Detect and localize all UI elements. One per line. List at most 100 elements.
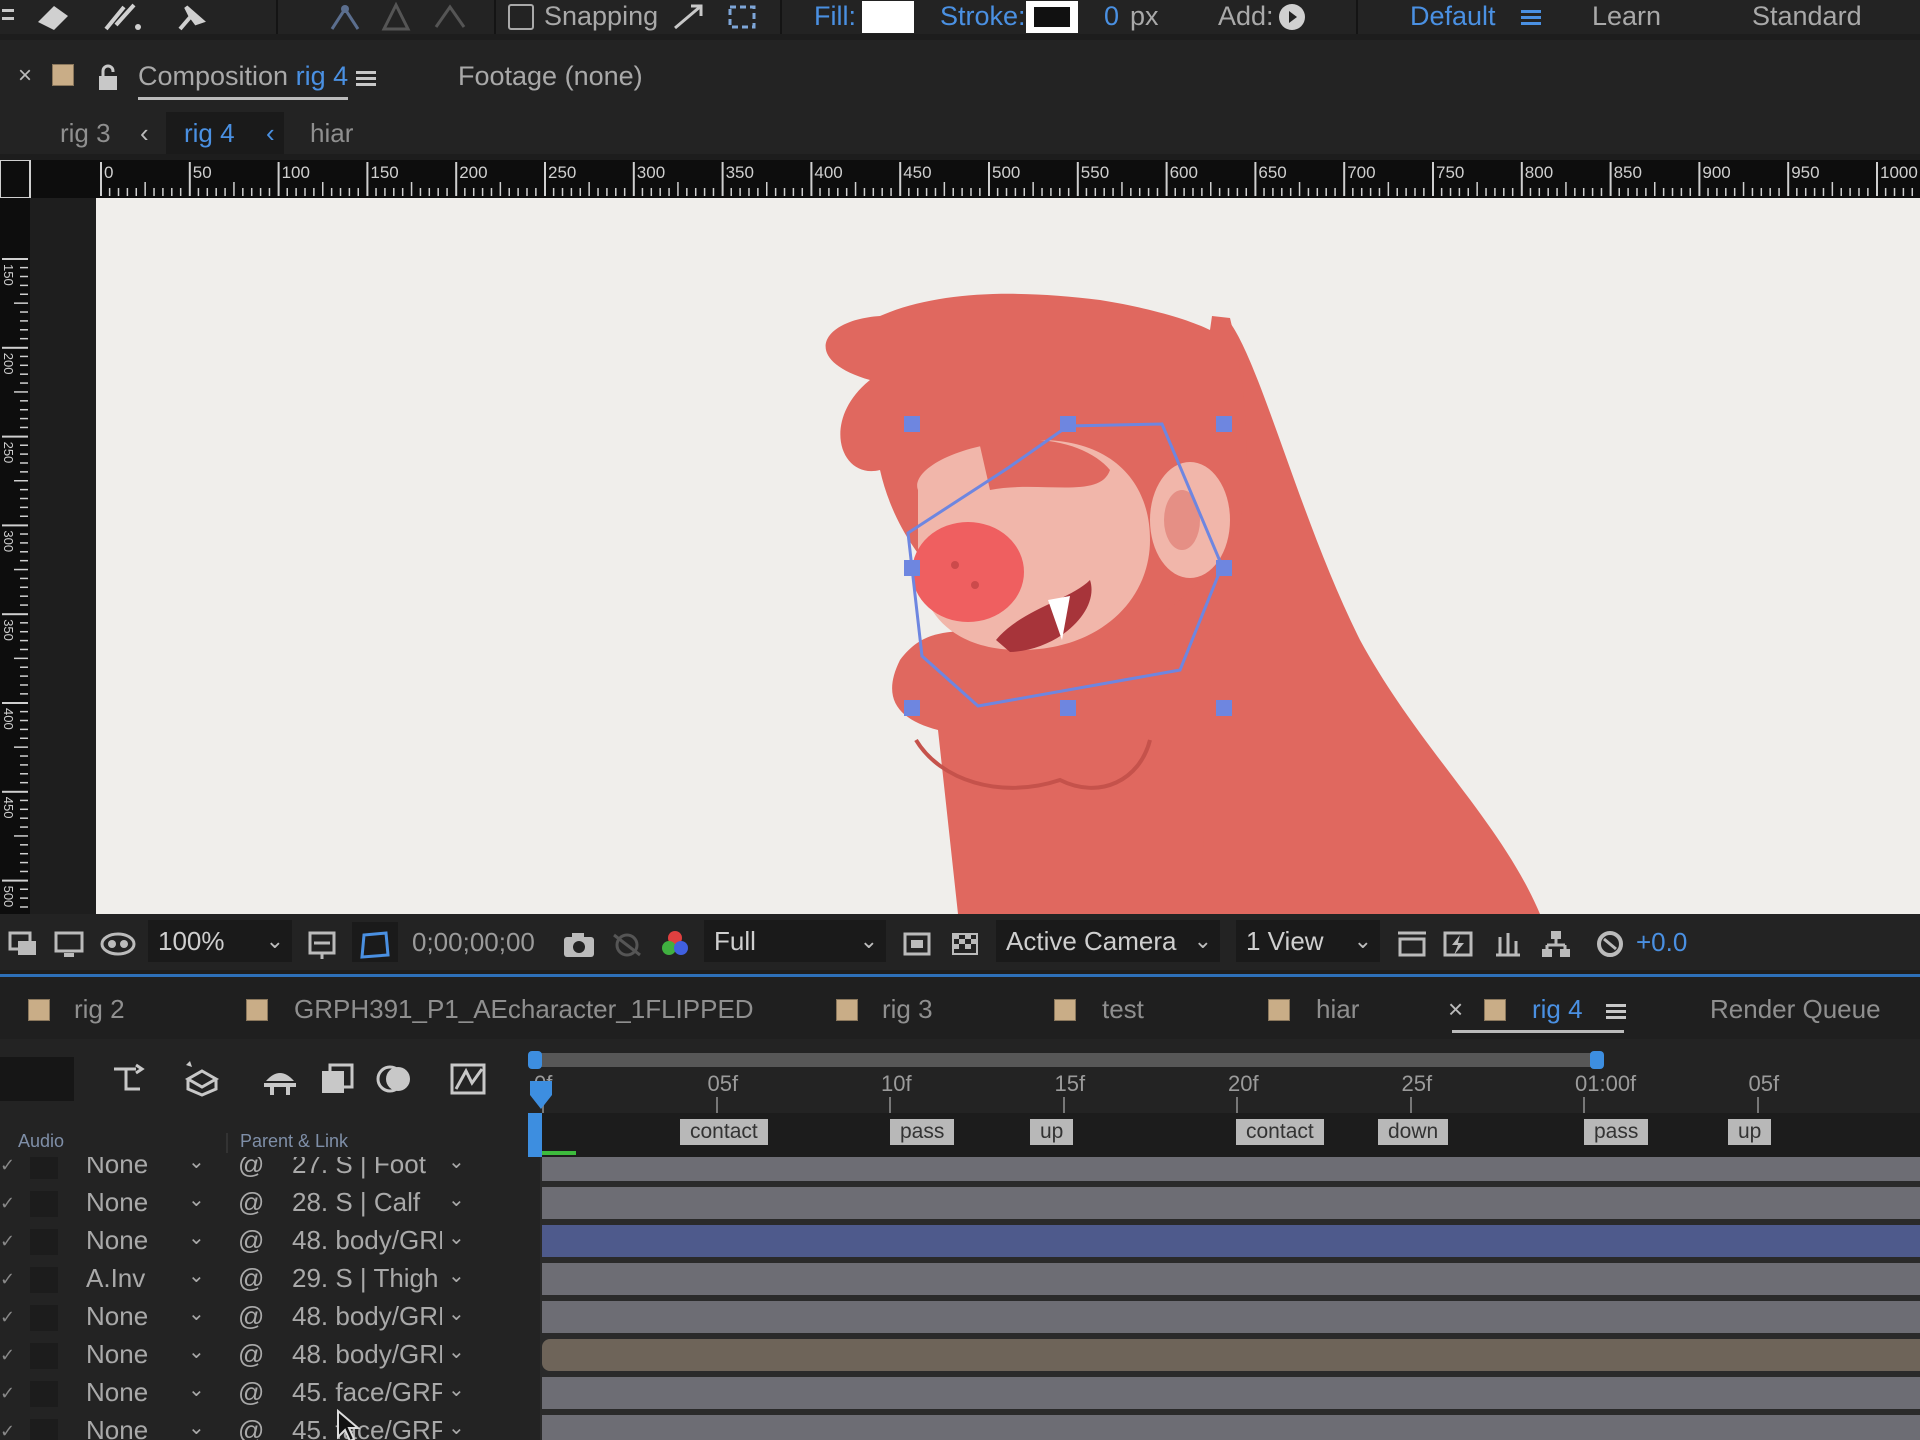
track-matte-value[interactable]: None	[86, 1377, 148, 1408]
layer-row[interactable]: ✓ None ⌄ @ 48. body/GRP ⌄	[0, 1337, 540, 1375]
frame-blending-icon[interactable]	[318, 1061, 356, 1102]
reset-exposure-icon[interactable]	[1594, 922, 1626, 962]
timecode-display[interactable]: 0;00;00;00	[412, 922, 535, 962]
workspace-default[interactable]: Default	[1410, 0, 1496, 34]
layer-bar[interactable]	[542, 1377, 1920, 1409]
pick-whip-icon[interactable]: @	[238, 1377, 264, 1408]
tab-grph391[interactable]: GRPH391_P1_AEcharacter_1FLIPPED	[294, 989, 754, 1029]
chevron-down-icon[interactable]: ⌄	[188, 1415, 205, 1440]
chevron-down-icon[interactable]: ⌄	[448, 1377, 465, 1402]
horizontal-ruler[interactable]: 0 50 100 150 200 250 300 350 400 450 500 550 600 650 7…	[0, 160, 1920, 198]
track-matte-value[interactable]: A.Inv	[86, 1263, 145, 1294]
pick-whip-icon[interactable]: @	[238, 1187, 264, 1218]
breadcrumb-rig-3[interactable]: rig 3	[60, 112, 111, 154]
track-matte-value[interactable]: None	[86, 1157, 148, 1180]
checkmark-icon[interactable]: ✓	[0, 1345, 15, 1367]
tab-rig-3[interactable]: rig 3	[882, 989, 933, 1029]
work-area-bar[interactable]	[530, 1053, 1598, 1067]
layer-row[interactable]: ✓ None ⌄ @ 45. face/GRPH ⌄	[0, 1375, 540, 1413]
tab-hiar[interactable]: hiar	[1316, 989, 1359, 1029]
audio-column-header[interactable]: Audio	[18, 1131, 64, 1152]
chevron-down-icon[interactable]: ⌄	[448, 1225, 465, 1250]
lock-toggle[interactable]	[30, 1343, 58, 1369]
chevron-down-icon[interactable]: ⌄	[188, 1225, 205, 1250]
chevron-down-icon[interactable]: ⌄	[448, 1415, 465, 1440]
parent-value[interactable]: 48. body/GRP	[292, 1301, 442, 1332]
shy-layers-icon[interactable]	[260, 1061, 300, 1102]
composition-mini-flowchart-icon[interactable]	[110, 1061, 150, 1102]
checkmark-icon[interactable]: ✓	[0, 1193, 15, 1215]
workspace-menu-icon[interactable]	[1520, 0, 1542, 34]
view-layout-dropdown[interactable]: 1 View ⌄	[1236, 920, 1380, 962]
layer-row[interactable]: ✓ None ⌄ @ 48. body/GRP ⌄	[0, 1223, 540, 1261]
composition-viewer[interactable]	[96, 198, 1920, 914]
tab-rig-4[interactable]: rig 4	[1452, 989, 1624, 1033]
parent-value[interactable]: 48. body/GRP	[292, 1339, 442, 1370]
checkmark-icon[interactable]: ✓	[0, 1231, 15, 1253]
work-area-start-handle[interactable]	[528, 1051, 542, 1069]
shape-tool-icon[interactable]	[0, 0, 18, 34]
lock-toggle[interactable]	[30, 1381, 58, 1407]
snap-to-edges-icon[interactable]	[668, 0, 708, 34]
puppet-starch-pin-icon[interactable]	[428, 0, 472, 34]
snap-bounds-icon[interactable]	[722, 0, 762, 34]
workspace-learn[interactable]: Learn	[1592, 0, 1661, 34]
track-matte-value[interactable]: None	[86, 1301, 148, 1332]
composition-tab[interactable]: Composition rig 4	[138, 56, 349, 100]
layer-bar[interactable]	[542, 1187, 1920, 1219]
add-menu-arrow-icon[interactable]	[1278, 0, 1306, 34]
fill-swatch[interactable]	[862, 0, 914, 34]
chevron-down-icon[interactable]: ⌄	[188, 1263, 205, 1288]
stroke-width-value[interactable]: 0	[1104, 0, 1119, 34]
exposure-value[interactable]: +0.0	[1636, 922, 1687, 962]
handle-top-left[interactable]	[904, 416, 920, 432]
layer-row[interactable]: ✓ None ⌄ @ 28. S | Calf ⌄	[0, 1185, 540, 1223]
ruler-origin[interactable]	[0, 160, 31, 198]
pick-whip-icon[interactable]: @	[238, 1157, 264, 1180]
fast-previews-icon[interactable]	[902, 922, 932, 962]
puppet-advanced-pin-icon[interactable]	[320, 0, 370, 34]
handle-middle-left[interactable]	[904, 560, 920, 576]
transparency-grid-icon[interactable]	[950, 922, 980, 962]
monitor-icon[interactable]	[54, 922, 84, 962]
layer-bar[interactable]	[542, 1263, 1920, 1295]
layer-bar[interactable]	[542, 1339, 1920, 1371]
chevron-down-icon[interactable]: ⌄	[188, 1157, 205, 1174]
chevron-down-icon[interactable]: ⌄	[448, 1157, 465, 1174]
track-matte-value[interactable]: None	[86, 1187, 148, 1218]
marker[interactable]: up	[1728, 1119, 1772, 1145]
chevron-down-icon[interactable]: ⌄	[448, 1263, 465, 1288]
pixel-aspect-icon[interactable]	[1396, 922, 1428, 962]
chevron-down-icon[interactable]: ⌄	[188, 1187, 205, 1212]
lock-toggle[interactable]	[30, 1305, 58, 1331]
chevron-down-icon[interactable]: ⌄	[188, 1339, 205, 1364]
draft-3d-icon[interactable]	[182, 1059, 222, 1102]
parent-value[interactable]: 29. S | Thigh	[292, 1263, 442, 1294]
handle-bottom-center[interactable]	[1060, 700, 1076, 716]
stroke-swatch[interactable]	[1026, 0, 1078, 34]
parent-value[interactable]: 45. face/GRPH	[292, 1377, 442, 1408]
track-matte-value[interactable]: None	[86, 1225, 148, 1256]
layer-row[interactable]: ✓ A.Inv ⌄ @ 29. S | Thigh ⌄	[0, 1261, 540, 1299]
chevron-down-icon[interactable]: ⌄	[448, 1187, 465, 1212]
layer-row[interactable]: ✓ None ⌄ @ 48. body/GRP ⌄	[0, 1299, 540, 1337]
handle-middle-right[interactable]	[1216, 560, 1232, 576]
puppet-pin-tool-icon[interactable]	[170, 0, 214, 34]
fit-frame-icon[interactable]	[306, 922, 338, 962]
show-snapshot-icon[interactable]	[610, 922, 644, 962]
parent-value[interactable]: 45. face/GRPH	[292, 1415, 442, 1440]
tab-rig-2[interactable]: rig 2	[74, 989, 125, 1029]
time-ruler[interactable]: 0f05f10f15f20f25f01:00f05f	[528, 1039, 1920, 1113]
roto-brush-tool-icon[interactable]	[98, 0, 148, 34]
pick-whip-icon[interactable]: @	[238, 1225, 264, 1256]
breadcrumb-hiar[interactable]: hiar	[310, 112, 353, 154]
layer-row[interactable]: ✓ None ⌄ @ 27. S | Foot ⌄	[0, 1157, 540, 1185]
puppet-bend-pin-icon[interactable]	[374, 0, 418, 34]
handle-bottom-left[interactable]	[904, 700, 920, 716]
lock-toggle[interactable]	[30, 1157, 58, 1179]
region-of-interest-icon[interactable]	[352, 922, 398, 962]
pick-whip-icon[interactable]: @	[238, 1415, 264, 1440]
mask-visibility-icon[interactable]	[100, 922, 136, 962]
work-area-end-handle[interactable]	[1590, 1051, 1604, 1069]
lock-icon[interactable]	[96, 56, 120, 96]
